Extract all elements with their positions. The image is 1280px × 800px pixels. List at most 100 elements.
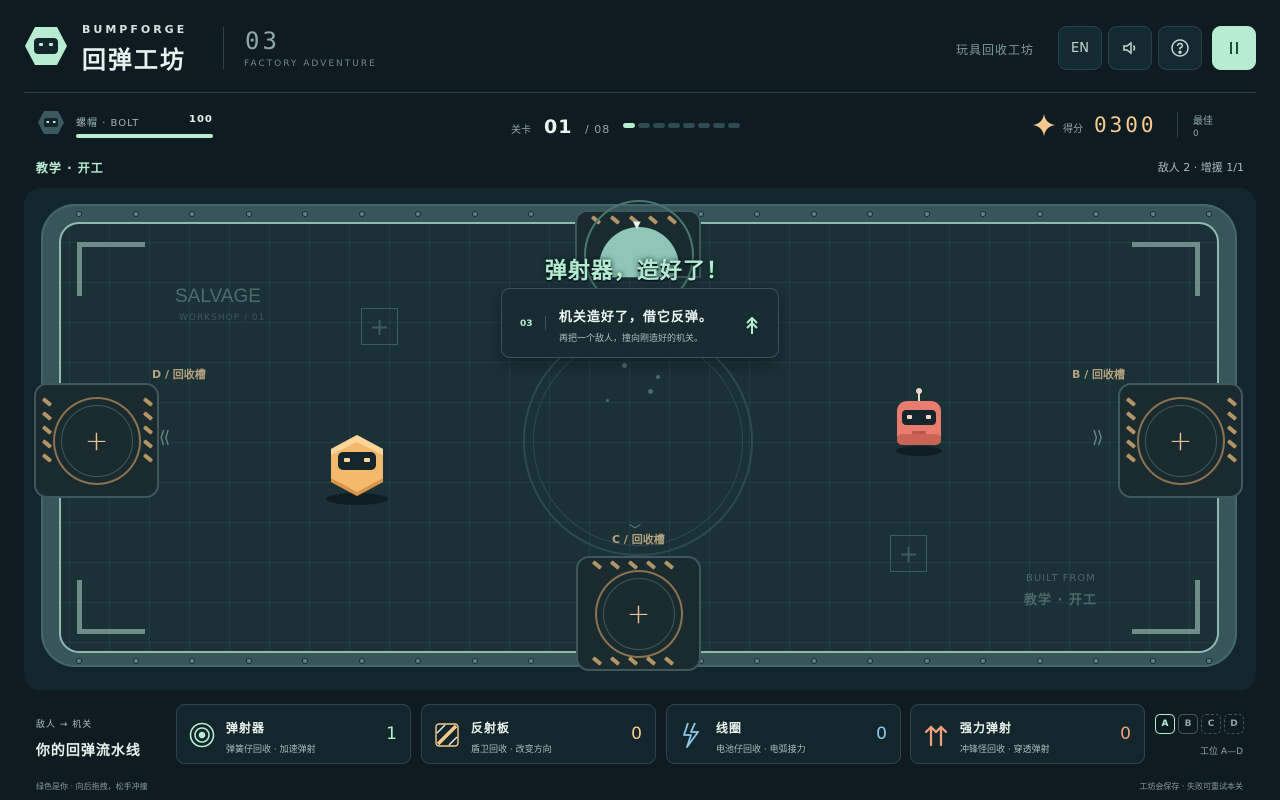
machine-card-name: 弹射器	[226, 721, 266, 735]
slot-c[interactable]: +	[576, 556, 701, 671]
pause-button[interactable]	[1212, 26, 1256, 70]
rivet	[1150, 211, 1156, 217]
up-arrow-icon	[746, 316, 758, 334]
pipeline-title: 你的回弹流水线	[36, 743, 141, 759]
rivet	[754, 658, 760, 664]
help-icon	[1171, 39, 1189, 57]
rivet	[246, 658, 252, 664]
brand-name-zh: 回弹工坊	[82, 46, 186, 74]
language-button-label: EN	[1071, 40, 1089, 56]
rivet	[811, 211, 817, 217]
slot-key-b[interactable]: B	[1178, 714, 1198, 734]
built-from-label: BUILT FROM	[1026, 573, 1096, 584]
rivet	[76, 658, 82, 664]
watermark-title: SALVAGE	[175, 286, 261, 307]
slot-key-group: A B C D	[1155, 714, 1244, 734]
dust-particle	[622, 363, 627, 368]
plus-icon: +	[84, 424, 109, 457]
score-label: 得分	[1063, 124, 1083, 135]
header-divider	[223, 27, 224, 69]
pipeline-label: 敌人 → 机关	[36, 720, 93, 730]
corner-bracket	[1132, 580, 1200, 634]
machine-card-power-launch[interactable]: 强力弹射 冲锋怪回收 · 穿透弹射 0	[910, 704, 1145, 764]
stage-dot	[728, 123, 740, 128]
tip-step-number: 03	[520, 319, 533, 329]
floor-plus-marker: +	[361, 308, 398, 345]
machine-card-name: 强力弹射	[960, 721, 1013, 735]
enemy-robot[interactable]	[893, 386, 945, 458]
rivet	[133, 658, 139, 664]
machine-card-reflector[interactable]: 反射板 盾卫回收 · 改变方向 0	[421, 704, 656, 764]
tip-card: 03 机关造好了，借它反弹。 再把一个敌人，撞向刚造好的机关。	[501, 288, 779, 358]
rivet	[1037, 658, 1043, 664]
stage-dot	[668, 123, 680, 128]
header-separator	[24, 92, 1256, 93]
dust-particle	[606, 399, 609, 402]
brand-name-en: BUMPFORGE	[82, 23, 188, 36]
best-value: 0	[1193, 129, 1199, 139]
chevron-down-icon: ﹀	[629, 523, 641, 537]
rivet	[1206, 211, 1212, 217]
machine-card-desc: 盾卫回收 · 改变方向	[471, 745, 552, 755]
corner-bracket	[77, 242, 145, 296]
machine-card-count: 0	[876, 724, 887, 744]
language-button[interactable]: EN	[1058, 26, 1102, 70]
launcher-icon	[189, 722, 215, 748]
machine-card-count: 1	[386, 724, 397, 744]
workshop-label: 玩具回收工坊	[956, 43, 1035, 57]
score-value: 0300	[1094, 113, 1157, 137]
rivet	[811, 658, 817, 664]
machine-card-desc: 冲锋怪回收 · 穿透弹射	[960, 745, 1050, 755]
slot-key-c[interactable]: C	[1201, 714, 1221, 734]
slot-d[interactable]: +	[34, 383, 159, 498]
player-hp-value: 100	[189, 114, 213, 125]
machine-card-launcher[interactable]: 弹射器 弹簧仔回收 · 加速弹射 1	[176, 704, 411, 764]
machine-card-name: 反射板	[471, 721, 511, 735]
rivet	[754, 211, 760, 217]
coil-icon	[683, 722, 699, 748]
machine-card-desc: 弹簧仔回收 · 加速弹射	[226, 745, 316, 755]
slot-key-d[interactable]: D	[1224, 714, 1244, 734]
rivet	[924, 658, 930, 664]
slot-b-label: B / 回收槽	[1072, 368, 1126, 381]
tip-detail: 再把一个敌人，撞向刚造好的机关。	[559, 334, 704, 344]
slot-b[interactable]: +	[1118, 383, 1243, 498]
rivet	[472, 658, 478, 664]
brand-logo-icon	[25, 27, 67, 65]
plus-icon: +	[1168, 424, 1193, 457]
level-subtitle: FACTORY ADVENTURE	[244, 59, 377, 69]
rivet	[415, 211, 421, 217]
stage-dot	[623, 123, 635, 128]
player-avatar-icon	[38, 111, 64, 134]
rivet	[867, 211, 873, 217]
rivet	[133, 211, 139, 217]
stage-dot	[713, 123, 725, 128]
player-robot[interactable]	[325, 432, 389, 508]
level-number: 03	[245, 27, 280, 55]
enemy-counter: 敌人 2 · 增援 1/1	[1157, 161, 1244, 174]
rivet	[359, 658, 365, 664]
score-divider	[1177, 112, 1178, 138]
slot-key-a[interactable]: A	[1155, 714, 1175, 734]
rivet	[472, 211, 478, 217]
machine-card-coil[interactable]: 线圈 电池仔回收 · 电弧接力 0	[666, 704, 901, 764]
rivet	[302, 658, 308, 664]
machine-card-desc: 电池仔回收 · 电弧接力	[716, 745, 806, 755]
control-hint: 绿色是你 · 向后拖拽，松手冲撞	[36, 782, 148, 791]
machine-card-count: 0	[1120, 724, 1131, 744]
rivet	[1037, 211, 1043, 217]
rivet	[980, 211, 986, 217]
rivet	[980, 658, 986, 664]
help-button[interactable]	[1158, 26, 1202, 70]
pause-icon	[1230, 42, 1238, 54]
rivet	[302, 211, 308, 217]
stage-progress	[623, 123, 740, 128]
corner-bracket	[77, 580, 145, 634]
stage-dot	[683, 123, 695, 128]
dust-particle	[656, 375, 660, 379]
chevron-left-icon: ⟨⟨	[159, 428, 170, 448]
launcher-arrow-icon: ▼	[633, 220, 641, 231]
sound-button[interactable]	[1108, 26, 1152, 70]
player-hp-fill	[76, 134, 213, 138]
rivet	[76, 211, 82, 217]
